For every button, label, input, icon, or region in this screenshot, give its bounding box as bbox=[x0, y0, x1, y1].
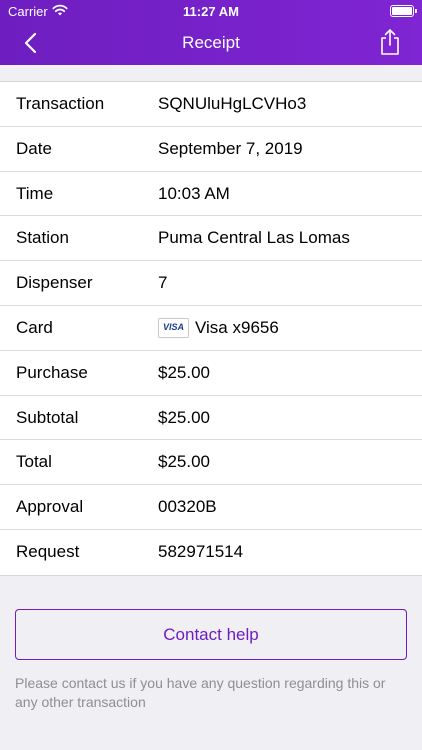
receipt-row-request: Request 582971514 bbox=[0, 530, 422, 575]
nav-header: Carrier 11:27 AM Receipt bbox=[0, 0, 422, 65]
receipt-row-purchase: Purchase $25.00 bbox=[0, 351, 422, 396]
row-value: $25.00 bbox=[158, 452, 210, 472]
visa-card-icon: VISA bbox=[158, 317, 189, 338]
row-value: $25.00 bbox=[158, 407, 210, 427]
contact-help-button[interactable]: Contact help bbox=[15, 609, 407, 660]
row-label: Date bbox=[16, 138, 52, 158]
receipt-row-approval: Approval 00320B bbox=[0, 485, 422, 530]
row-value: $25.00 bbox=[158, 362, 210, 382]
row-label: Purchase bbox=[16, 362, 88, 382]
row-value: 10:03 AM bbox=[158, 183, 230, 203]
card-brand-text: VISA bbox=[162, 321, 184, 332]
help-note: Please contact us if you have any questi… bbox=[15, 675, 386, 710]
receipt-row-card: Card VISA Visa x9656 bbox=[0, 306, 422, 351]
receipt-row-transaction: Transaction SQNUluHgLCVHo3 bbox=[0, 82, 422, 127]
receipt-row-dispenser: Dispenser 7 bbox=[0, 261, 422, 306]
row-label: Station bbox=[16, 228, 69, 248]
row-label: Subtotal bbox=[16, 407, 79, 427]
battery-icon bbox=[390, 5, 417, 17]
page-title: Receipt bbox=[182, 33, 240, 52]
row-label: Request bbox=[16, 541, 80, 561]
receipt-row-subtotal: Subtotal $25.00 bbox=[0, 396, 422, 441]
share-icon[interactable] bbox=[378, 28, 402, 56]
row-label: Time bbox=[16, 183, 54, 203]
receipt-table: Transaction SQNUluHgLCVHo3 Date Septembe… bbox=[0, 81, 422, 576]
row-value: 582971514 bbox=[158, 541, 244, 561]
status-bar: Carrier 11:27 AM bbox=[0, 0, 422, 22]
row-value: September 7, 2019 bbox=[158, 138, 303, 158]
row-value: Puma Central Las Lomas bbox=[158, 228, 350, 248]
receipt-row-total: Total $25.00 bbox=[0, 440, 422, 486]
status-time: 11:27 AM bbox=[183, 4, 239, 19]
row-label: Card bbox=[16, 317, 53, 337]
receipt-row-time: Time 10:03 AM bbox=[0, 172, 422, 217]
row-label: Transaction bbox=[16, 94, 105, 113]
row-label: Dispenser bbox=[16, 273, 93, 293]
row-value: SQNUluHgLCVHo3 bbox=[158, 94, 307, 113]
row-value: 00320B bbox=[158, 497, 217, 517]
row-label: Approval bbox=[16, 497, 84, 517]
row-label: Total bbox=[16, 452, 52, 472]
row-value: 7 bbox=[158, 273, 168, 293]
receipt-row-date: Date September 7, 2019 bbox=[0, 127, 422, 172]
card-number: Visa x9656 bbox=[195, 317, 279, 337]
row-value-card: VISA Visa x9656 bbox=[158, 317, 279, 338]
receipt-row-station: Station Puma Central Las Lomas bbox=[0, 216, 422, 262]
